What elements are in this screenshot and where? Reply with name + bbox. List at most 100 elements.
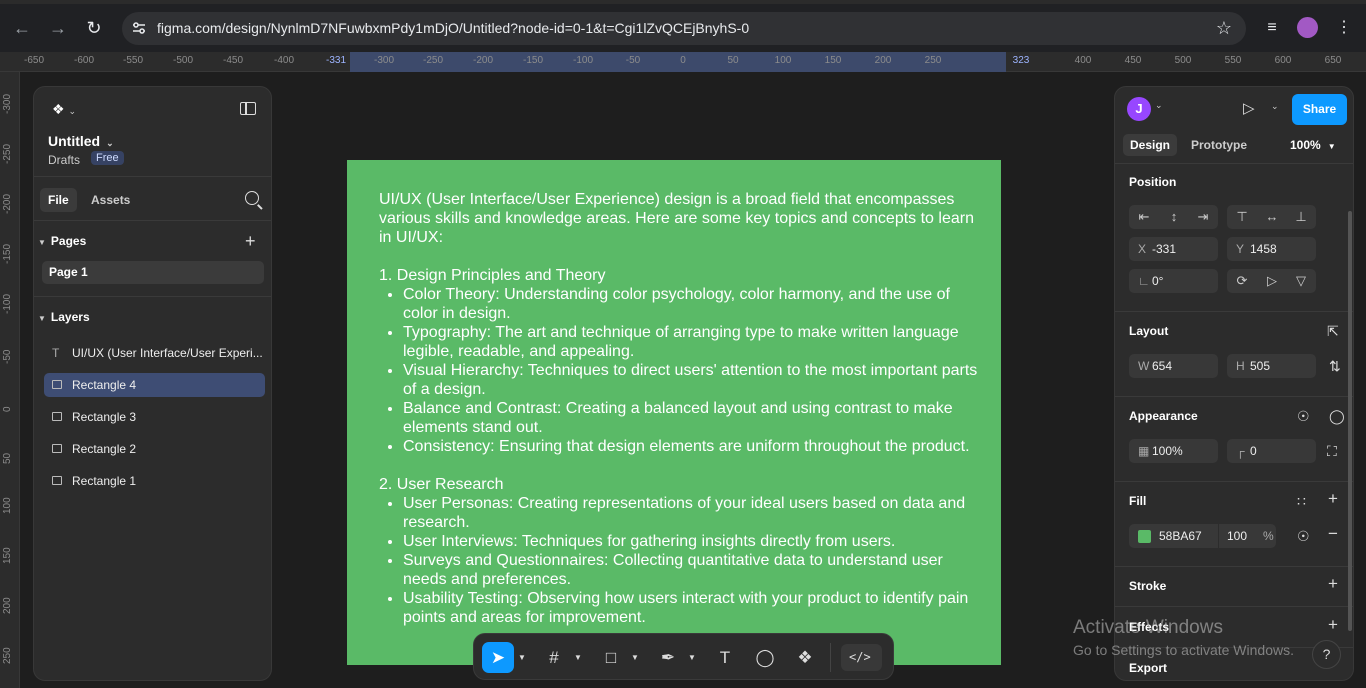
figma-logo-icon[interactable]: ❖ ⌄ <box>52 101 76 118</box>
ruler-tick: 0 <box>680 55 686 66</box>
add-page-icon[interactable]: + <box>245 232 256 250</box>
rectangle-tool-icon[interactable]: □ <box>597 642 625 673</box>
canvas-text-layer[interactable]: UI/UX (User Interface/User Experience) d… <box>379 190 989 627</box>
page-item[interactable]: Page 1 <box>42 261 264 284</box>
width-field[interactable]: W 654 <box>1129 354 1218 378</box>
text-tool-icon[interactable]: T <box>711 642 739 673</box>
fill-color-field[interactable]: 58BA67 <box>1129 524 1218 548</box>
fill-color-swatch[interactable] <box>1138 530 1151 543</box>
forward-icon[interactable]: → <box>46 16 70 40</box>
panel-toggle-icon[interactable] <box>240 102 256 115</box>
layers-heading[interactable]: ▼ Layers <box>38 310 90 324</box>
ruler-tick: -200 <box>2 193 13 214</box>
vertical-ruler: -300 -250 -200 -150 -100 -50 0 50 100 15… <box>0 72 20 688</box>
fill-percent-label: % <box>1263 529 1274 543</box>
tab-design[interactable]: Design <box>1123 134 1178 156</box>
remove-fill-icon[interactable]: − <box>1328 525 1338 542</box>
h-label: H <box>1236 359 1245 373</box>
pages-heading[interactable]: ▼ Pages <box>38 234 86 248</box>
align-right-icon[interactable]: ⇥ <box>1188 205 1218 229</box>
opacity-field[interactable]: ▦ 100% <box>1129 439 1218 463</box>
ruler-tick: -600 <box>73 55 95 66</box>
x-value: -331 <box>1152 242 1177 256</box>
canvas-rectangle-4[interactable]: UI/UX (User Interface/User Experience) d… <box>347 160 1001 665</box>
tab-prototype[interactable]: Prototype <box>1184 134 1254 156</box>
address-bar[interactable]: figma.com/design/NynlmD7NFuwbxmPdy1mDjO/… <box>122 12 1246 45</box>
layer-item[interactable]: Rectangle 3 <box>44 405 265 429</box>
chevron-down-icon[interactable]: ⌄ <box>1271 101 1279 112</box>
frame-tool-icon[interactable]: # <box>540 642 568 673</box>
zoom-dropdown[interactable]: 100% ▼ <box>1290 138 1336 152</box>
flip-vertical-icon[interactable]: ▽ <box>1286 269 1316 293</box>
share-button[interactable]: Share <box>1292 94 1347 125</box>
layer-item[interactable]: Rectangle 2 <box>44 437 265 461</box>
move-tool-icon[interactable]: ➤ <box>482 642 514 673</box>
height-field[interactable]: H 505 <box>1227 354 1316 378</box>
blend-mode-drop-icon[interactable]: ◯ <box>1329 408 1345 424</box>
list-item: User Personas: Creating representations … <box>403 494 989 532</box>
chevron-down-icon[interactable]: ▼ <box>688 642 698 673</box>
profile-avatar-icon[interactable] <box>1297 17 1318 38</box>
dev-mode-toggle[interactable]: </> <box>841 644 882 671</box>
align-middle-icon[interactable]: ↔ <box>1257 205 1287 229</box>
y-position-field[interactable]: Y 1458 <box>1227 237 1316 261</box>
add-effect-icon[interactable]: + <box>1328 616 1338 633</box>
intro-paragraph: UI/UX (User Interface/User Experience) d… <box>379 191 974 246</box>
ruler-tick: 550 <box>1224 55 1242 66</box>
file-name[interactable]: Untitled ⌄ <box>48 133 114 149</box>
fill-visibility-eye-icon[interactable]: ☉ <box>1297 528 1310 544</box>
ruler-tick: 200 <box>2 597 13 614</box>
visibility-eye-icon[interactable]: ☉ <box>1297 408 1310 424</box>
chevron-down-icon: ▼ <box>38 314 46 323</box>
user-avatar[interactable]: J <box>1127 97 1151 121</box>
add-stroke-icon[interactable]: + <box>1328 575 1338 592</box>
media-controls-icon[interactable]: ≡ <box>1262 16 1282 40</box>
x-position-field[interactable]: X -331 <box>1129 237 1218 261</box>
pen-tool-icon[interactable]: ✒ <box>654 642 682 673</box>
styles-grid-icon[interactable]: ∷ <box>1297 493 1306 509</box>
divider <box>1115 163 1353 164</box>
rotate-icon[interactable]: ⟳ <box>1227 269 1257 293</box>
collapse-layout-icon[interactable]: ⇱ <box>1327 323 1339 339</box>
layer-item[interactable]: Rectangle 1 <box>44 469 265 493</box>
divider <box>1115 566 1353 567</box>
actions-tool-icon[interactable]: ❖ <box>791 642 819 673</box>
ruler-tick: 250 <box>2 647 13 664</box>
independent-corners-icon[interactable]: ⛶ <box>1327 443 1337 459</box>
reload-icon[interactable]: ↻ <box>82 16 106 40</box>
chevron-down-icon[interactable]: ⌄ <box>1155 100 1163 111</box>
align-top-icon[interactable]: ⊤ <box>1227 205 1257 229</box>
align-center-horizontal-icon[interactable]: ↕ <box>1159 205 1189 229</box>
constrain-proportions-icon[interactable]: ⇅ <box>1329 358 1341 374</box>
add-fill-icon[interactable]: + <box>1328 490 1338 507</box>
tab-file[interactable]: File <box>40 188 77 212</box>
ruler-tick-selected: -331 <box>325 55 347 66</box>
file-name-text: Untitled <box>48 133 101 149</box>
rotation-field[interactable]: ∟ 0° <box>1129 269 1218 293</box>
align-bottom-icon[interactable]: ⊥ <box>1286 205 1316 229</box>
corner-radius-field[interactable]: ┌ 0 <box>1227 439 1316 463</box>
tab-assets[interactable]: Assets <box>83 188 138 212</box>
back-icon[interactable]: ← <box>10 16 34 40</box>
chevron-down-icon[interactable]: ▼ <box>518 642 528 673</box>
layer-item-selected[interactable]: Rectangle 4 <box>44 373 265 397</box>
plan-badge[interactable]: Free <box>91 151 124 165</box>
section-list: Color Theory: Understanding color psycho… <box>379 285 989 456</box>
layer-item[interactable]: T UI/UX (User Interface/User Experi... <box>44 341 265 365</box>
bookmark-star-icon[interactable]: ☆ <box>1216 18 1232 39</box>
panel-scrollbar[interactable] <box>1348 211 1352 631</box>
menu-kebab-icon[interactable]: ⋮ <box>1334 16 1354 40</box>
chevron-down-icon[interactable]: ▼ <box>574 642 584 673</box>
help-question-icon[interactable]: ? <box>1312 640 1341 669</box>
comment-tool-icon[interactable]: ◯ <box>751 642 779 673</box>
chevron-down-icon[interactable]: ▼ <box>631 642 641 673</box>
divider <box>1115 606 1353 607</box>
search-icon[interactable] <box>245 191 259 205</box>
flip-horizontal-icon[interactable]: ▷ <box>1257 269 1287 293</box>
align-left-icon[interactable]: ⇤ <box>1129 205 1159 229</box>
site-settings-icon[interactable] <box>131 20 147 36</box>
present-play-icon[interactable]: ▷ <box>1243 99 1255 117</box>
file-location[interactable]: Drafts <box>48 153 80 167</box>
url-text[interactable]: figma.com/design/NynlmD7NFuwbxmPdy1mDjO/… <box>157 20 749 36</box>
fill-opacity-field[interactable]: 100% <box>1219 524 1276 548</box>
